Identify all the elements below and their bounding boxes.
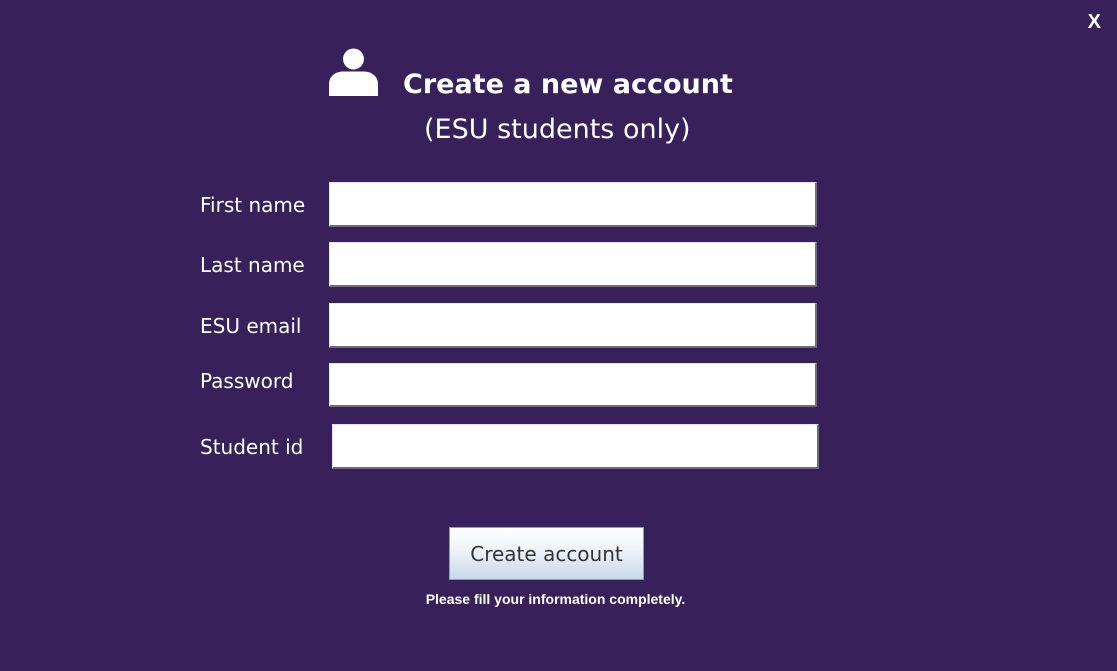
user-icon xyxy=(329,48,378,96)
student-id-field[interactable] xyxy=(332,424,819,469)
form-hint-text: Please fill your information completely. xyxy=(425,591,686,607)
first-name-label: First name xyxy=(200,193,306,217)
create-account-button[interactable]: Create account xyxy=(449,527,644,580)
last-name-label: Last name xyxy=(200,253,305,277)
close-button[interactable]: X xyxy=(1088,10,1101,34)
esu-email-field[interactable] xyxy=(329,303,817,348)
page-subtitle: (ESU students only) xyxy=(424,114,691,145)
page-title: Create a new account xyxy=(403,69,733,100)
esu-email-label: ESU email xyxy=(200,314,302,338)
student-id-label: Student id xyxy=(200,435,304,459)
password-field[interactable] xyxy=(329,363,817,407)
password-label: Password xyxy=(200,369,294,393)
last-name-field[interactable] xyxy=(329,242,817,287)
first-name-field[interactable] xyxy=(329,182,817,227)
